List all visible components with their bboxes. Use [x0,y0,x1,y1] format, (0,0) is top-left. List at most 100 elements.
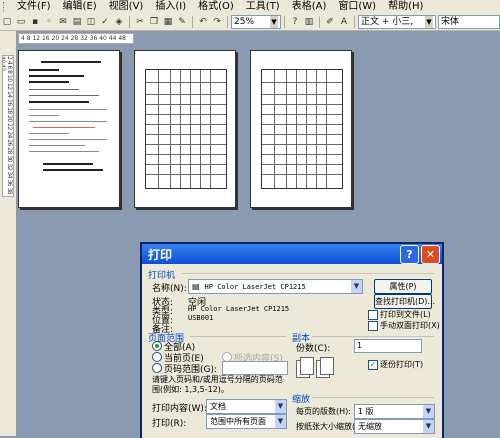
new-document-icon[interactable]: ▢ [1,16,13,28]
research-icon[interactable]: ◈ [113,16,125,28]
section-divider [182,273,434,274]
format-painter-icon[interactable]: ✎ [176,16,188,28]
font-combo[interactable]: 宋体 [438,15,500,29]
collate-label: 逐份打印(T) [380,360,424,369]
menu-insert[interactable]: 插入(I) [149,0,192,14]
current-page-radio[interactable] [152,352,162,362]
pages-per-sheet-select[interactable]: 1 版 ▼ [354,404,435,419]
print-to-file-label: 打印到文件(L) [380,310,431,319]
collate-checkbox[interactable]: ✓ [368,360,378,370]
font-color-icon[interactable]: A [338,16,350,28]
save-icon[interactable]: ▪ [29,16,41,28]
menu-table[interactable]: 表格(A) [286,0,333,14]
printer-name-value: HP Color LaserJet CP1215 [204,283,306,291]
print-what-label: 打印内容(W): [152,404,207,414]
menu-file[interactable]: 文件(F) [11,0,57,14]
print-preview-icon[interactable]: ◫ [85,16,97,28]
email-icon[interactable]: ✉ [57,16,69,28]
menu-edit[interactable]: 编辑(E) [57,0,103,14]
collate-illustration [296,354,348,380]
page-table [261,69,343,189]
zoom-value: 25% [234,17,255,27]
toolbar-separator [227,16,228,28]
properties-button[interactable]: 属性(P) [374,279,432,294]
open-folder-icon[interactable]: ▭ [15,16,27,28]
chevron-down-icon[interactable]: ▼ [275,415,286,428]
printer-name-label: 名称(N): [152,284,187,294]
help-icon[interactable]: ? [289,16,301,28]
chevron-down-icon[interactable]: ▼ [270,16,278,28]
type-value: HP Color LaserJet CP1215 [188,305,290,313]
chevron-down-icon[interactable]: ▼ [423,420,434,433]
close-icon: ✕ [425,247,436,261]
menu-tools[interactable]: 工具(T) [240,0,286,14]
toolbar-separator [129,16,130,28]
style-combo[interactable]: 正文 + 小三, ▼ [358,15,436,29]
reading-mode-icon[interactable]: ▥ [303,16,315,28]
document-page-1[interactable] [18,50,120,208]
scale-select[interactable]: 无缩放 ▼ [354,419,435,434]
scale-value: 无缩放 [358,422,382,431]
page-numbers-input[interactable] [222,361,288,375]
dialog-titlebar[interactable]: 打印 ? ✕ [142,244,442,264]
font-value: 宋体 [441,17,460,27]
cut-icon[interactable]: ✂ [134,16,146,28]
redo-icon[interactable]: ↷ [211,16,223,28]
permission-icon[interactable]: ◦ [43,16,55,28]
print-icon[interactable]: ▤ [71,16,83,28]
page-table [145,69,227,189]
printer-name-select[interactable]: ▤ HP Color LaserJet CP1215 ▼ [188,279,363,294]
location-value: USB001 [188,314,214,322]
chevron-down-icon[interactable]: ▼ [275,400,286,413]
document-page-2[interactable] [134,50,236,208]
manual-duplex-label: 手动双面打印(X) [380,321,440,330]
section-divider [312,397,434,398]
help-button[interactable]: ? [400,244,419,264]
printer-icon: ▤ [192,282,200,291]
menubar-grip[interactable] [3,2,8,12]
section-divider [312,336,434,337]
toolbar-separator [319,16,320,28]
style-value: 正文 + 小三, [361,17,414,27]
print-dialog: 打印 ? ✕ 打印机 名称(N): ▤ HP Color LaserJet CP… [140,242,444,438]
copies-count-label: 份数(C): [296,344,331,354]
zoom-section-title: 缩放 [292,395,311,405]
menu-view[interactable]: 视图(V) [103,0,150,14]
print-select[interactable]: 范围中所有页面 ▼ [206,414,287,429]
toolbar-separator [192,16,193,28]
horizontal-ruler: 4 8 12 16 20 24 28 32 36 40 44 48 [18,33,134,44]
menu-format[interactable]: 格式(O) [192,0,240,14]
manual-duplex-checkbox[interactable] [368,321,378,331]
print-what-value: 文档 [210,402,226,411]
page-numbers-radio[interactable] [152,363,162,373]
close-button[interactable]: ✕ [421,244,440,264]
menu-help[interactable]: 帮助(H) [382,0,429,14]
chevron-down-icon[interactable]: ▼ [423,405,434,418]
print-what-select[interactable]: 文档 ▼ [206,399,287,414]
menu-window[interactable]: 窗口(W) [332,0,382,14]
zoom-combo[interactable]: 25% ▼ [231,15,281,29]
print-value: 范围中所有页面 [210,417,266,426]
chevron-down-icon[interactable]: ▼ [425,16,433,28]
all-pages-radio[interactable] [152,341,162,351]
find-printer-button[interactable]: 查找打印机(D)... [374,294,435,309]
pages-per-sheet-value: 1 版 [358,407,374,416]
printer-section-title: 打印机 [148,271,176,281]
paste-icon[interactable]: ▦ [162,16,174,28]
copies-count-input[interactable]: 1 [354,339,422,353]
document-page-3[interactable] [250,50,352,208]
chevron-down-icon[interactable]: ▼ [351,280,362,293]
print-to-file-checkbox[interactable] [368,310,378,320]
toolbar-separator [284,16,285,28]
standard-toolbar: ▢ ▭ ▪ ◦ ✉ ▤ ◫ ✓ ◈ ✂ ❐ ▦ ✎ ↶ ↷ 25% ▼ ? ▥ ✐… [0,14,500,31]
vertical-ruler: 2 4 6 8 10 12 14 16 18 20 22 24 26 28 30… [2,55,14,197]
page-range-hint: 请键入页码和/或用逗号分隔的页码范围(例如: 1,3,5-12)。 [152,375,283,394]
section-divider [190,336,286,337]
undo-icon[interactable]: ↶ [197,16,209,28]
spelling-icon[interactable]: ✓ [99,16,111,28]
page-numbers-label: 页码范围(G): [164,365,218,375]
highlight-icon[interactable]: ✐ [324,16,336,28]
toolbar-separator [354,16,355,28]
copy-icon[interactable]: ❐ [148,16,160,28]
copies-count-value: 1 [357,341,363,350]
